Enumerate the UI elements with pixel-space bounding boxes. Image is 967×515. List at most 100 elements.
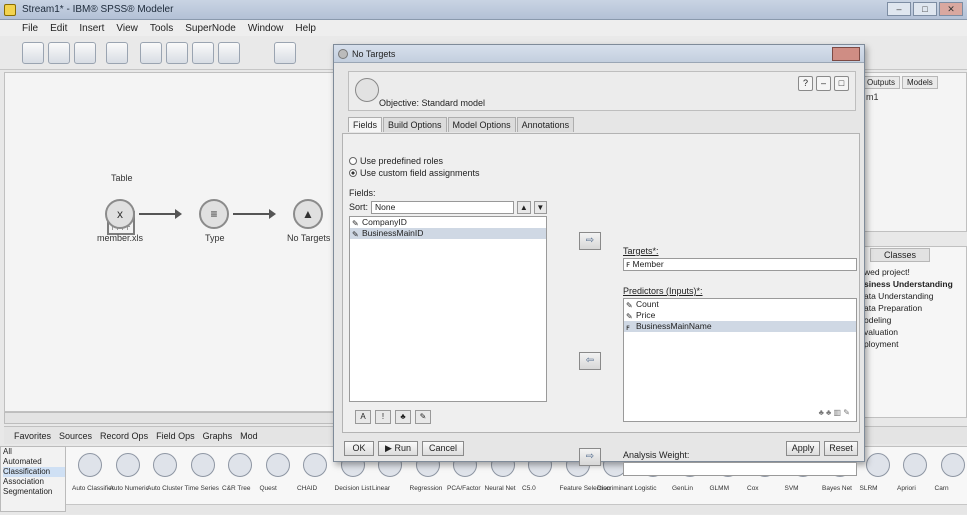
app-icon: [4, 4, 16, 16]
list-item[interactable]: ✎ Price: [624, 310, 856, 321]
menu-edit[interactable]: Edit: [50, 23, 67, 34]
run-button[interactable]: ▶ Run: [378, 441, 418, 456]
category-item[interactable]: Segmentation: [3, 487, 65, 497]
maximize-button[interactable]: □: [913, 2, 937, 16]
stream-list-item[interactable]: m1: [866, 92, 879, 102]
chaid-node-icon[interactable]: ▲: [293, 199, 323, 229]
radio-icon[interactable]: [349, 157, 357, 165]
open-icon[interactable]: [48, 42, 70, 64]
crisp-item[interactable]: siness Understanding: [864, 278, 967, 290]
dialog-footer: OK ▶ Run Cancel Apply Reset: [334, 437, 864, 461]
tab-models[interactable]: Models: [902, 76, 938, 89]
continuous-fields-icon[interactable]: ✎: [415, 410, 431, 424]
targets-field[interactable]: ꜰ Member: [623, 258, 857, 271]
crisp-item[interactable]: odeling: [864, 314, 967, 326]
nominal-fields-icon[interactable]: ♣: [395, 410, 411, 424]
palette-node-icon[interactable]: [940, 453, 965, 477]
flag-fields-icon[interactable]: !: [375, 410, 391, 424]
menu-help[interactable]: Help: [295, 23, 316, 34]
palette-tab-sources[interactable]: Sources: [59, 431, 92, 441]
print-icon[interactable]: [106, 42, 128, 64]
list-item[interactable]: ✎ Count: [624, 299, 856, 310]
menu-supernode[interactable]: SuperNode: [185, 23, 236, 34]
paste-icon[interactable]: [192, 42, 214, 64]
tab-outputs[interactable]: Outputs: [862, 76, 901, 89]
tab-build-options[interactable]: Build Options: [383, 117, 447, 132]
cancel-button[interactable]: Cancel: [422, 441, 464, 456]
find-icon[interactable]: [274, 42, 296, 64]
palette-node-icon[interactable]: [865, 453, 890, 477]
palette-node-label: Quest: [259, 485, 277, 492]
move-to-predictors-button[interactable]: ⇦: [579, 352, 601, 370]
close-button[interactable]: ✕: [939, 2, 963, 16]
palette-node-icon[interactable]: [265, 453, 290, 477]
menu-window[interactable]: Window: [248, 23, 284, 34]
reset-button[interactable]: Reset: [824, 441, 858, 456]
palette-tab-modeling[interactable]: Mod: [240, 431, 258, 441]
category-item[interactable]: Automated: [3, 457, 65, 467]
crisp-item[interactable]: wed project!: [864, 266, 967, 278]
minimize-icon[interactable]: –: [816, 76, 831, 91]
minimize-button[interactable]: –: [887, 2, 911, 16]
custom-assignments-option[interactable]: Use custom field assignments: [349, 168, 480, 178]
palette-node-label: Carn: [934, 485, 949, 492]
radio-selected-icon[interactable]: [349, 169, 357, 177]
dialog-close-button[interactable]: [832, 47, 860, 61]
menu-insert[interactable]: Insert: [79, 23, 104, 34]
crisp-item[interactable]: ata Preparation: [864, 302, 967, 314]
tab-model-options[interactable]: Model Options: [447, 117, 516, 132]
menu-file[interactable]: File: [22, 23, 38, 34]
palette-node-label: Decision List: [334, 485, 372, 492]
palette-category-list: All Automated Classification Association…: [0, 446, 66, 512]
crisp-item[interactable]: ata Understanding: [864, 290, 967, 302]
palette-tab-record-ops[interactable]: Record Ops: [100, 431, 148, 441]
copy-icon[interactable]: [166, 42, 188, 64]
all-fields-icon[interactable]: A: [355, 410, 371, 424]
save-icon[interactable]: [74, 42, 96, 64]
new-icon[interactable]: [22, 42, 44, 64]
palette-node-icon[interactable]: [303, 453, 327, 477]
type-node-icon[interactable]: ≡: [199, 199, 229, 229]
palette-tab-field-ops[interactable]: Field Ops: [156, 431, 195, 441]
predictors-list[interactable]: ✎ Count ✎ Price ꜰ BusinessMainName ♣ ♣ ▥…: [623, 298, 857, 422]
crisp-item[interactable]: valuation: [864, 326, 967, 338]
tab-classes[interactable]: Classes: [870, 248, 930, 262]
fields-list[interactable]: ✎ CompanyID ✎ BusinessMainID: [349, 216, 547, 402]
palette-node-icon[interactable]: [78, 453, 102, 477]
palette-node-label: Logistic: [634, 485, 657, 492]
list-item[interactable]: ꜰ BusinessMainName: [624, 321, 856, 332]
palette-scrollbar[interactable]: [66, 504, 967, 514]
apply-button[interactable]: Apply: [786, 441, 820, 456]
sort-select[interactable]: None: [371, 200, 515, 214]
list-item[interactable]: ✎ CompanyID: [350, 217, 546, 228]
excel-source-node-icon[interactable]: x: [105, 199, 135, 229]
category-item[interactable]: Association: [3, 477, 65, 487]
ok-button[interactable]: OK: [344, 441, 374, 456]
tab-annotations[interactable]: Annotations: [516, 117, 575, 132]
palette-tab-favorites[interactable]: Favorites: [14, 431, 51, 441]
sort-ascending-icon[interactable]: ▲: [517, 200, 531, 214]
palette-node-icon[interactable]: [115, 453, 140, 477]
palette-node-icon[interactable]: [153, 453, 177, 477]
field-type-filters: A ! ♣ ✎: [355, 410, 431, 424]
palette-node-icon[interactable]: [903, 453, 927, 477]
move-to-targets-button[interactable]: ⇨: [579, 232, 601, 250]
undo-icon[interactable]: [218, 42, 240, 64]
list-item[interactable]: ✎ BusinessMainID: [350, 228, 546, 239]
predefined-roles-label: Use predefined roles: [360, 156, 444, 166]
sort-descending-icon[interactable]: ▼: [533, 200, 548, 214]
tab-fields[interactable]: Fields: [348, 117, 383, 132]
palette-node-icon[interactable]: [228, 453, 252, 477]
menu-view[interactable]: View: [116, 23, 138, 34]
crisp-item[interactable]: ployment: [864, 338, 967, 350]
analysis-weight-field[interactable]: [623, 462, 857, 476]
palette-tab-graphs[interactable]: Graphs: [203, 431, 233, 441]
maximize-icon[interactable]: □: [834, 76, 849, 91]
menu-tools[interactable]: Tools: [150, 23, 173, 34]
category-item[interactable]: Classification: [3, 467, 65, 477]
predefined-roles-option[interactable]: Use predefined roles: [349, 156, 443, 166]
help-icon[interactable]: ?: [798, 76, 813, 91]
palette-node-icon[interactable]: [190, 453, 215, 477]
category-item[interactable]: All: [3, 447, 65, 457]
cut-icon[interactable]: [140, 42, 162, 64]
